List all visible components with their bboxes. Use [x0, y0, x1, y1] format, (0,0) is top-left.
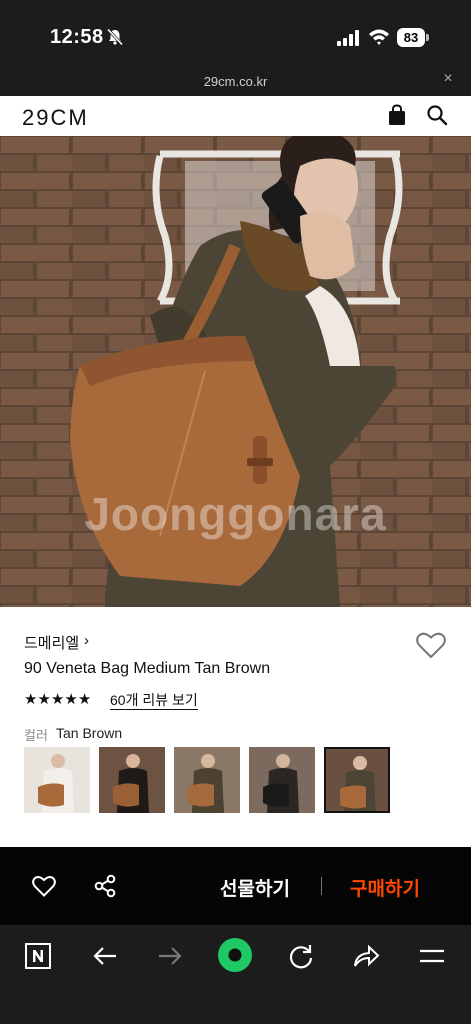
heart-icon[interactable] [32, 875, 56, 897]
silent-bell-icon [106, 28, 124, 46]
share-icon[interactable] [93, 874, 117, 898]
star-icon: ★ [37, 691, 51, 708]
gift-button[interactable]: 선물하기 [220, 874, 290, 901]
heart-icon[interactable] [416, 631, 446, 659]
shopping-bag-icon[interactable] [386, 104, 408, 126]
green-home-icon[interactable] [217, 937, 253, 973]
status-bar: 12:58 83 [0, 0, 471, 64]
color-value: Tan Brown [56, 725, 123, 741]
color-variant-thumbnail[interactable] [24, 747, 90, 813]
reload-icon[interactable] [287, 942, 315, 970]
buy-button[interactable]: 구매하기 [350, 874, 420, 901]
brand-link[interactable]: 드메리엘 [24, 632, 79, 653]
battery-level: 83 [397, 28, 425, 47]
rating-stars: ★ ★ ★ ★ ★ [24, 692, 91, 708]
search-icon[interactable] [426, 104, 448, 126]
browser-toolbar [0, 925, 471, 1024]
share-arrow-icon[interactable] [352, 942, 380, 970]
battery-icon: 83 [397, 28, 431, 47]
review-link[interactable]: 60개 리뷰 보기 [110, 692, 198, 710]
color-variant-thumbnail[interactable] [99, 747, 165, 813]
url-bar[interactable]: 29cm.co.kr × [0, 64, 471, 96]
watermark-text: Joonggonara [84, 488, 387, 540]
menu-icon[interactable] [418, 942, 446, 970]
back-arrow-icon[interactable] [91, 942, 119, 970]
url-text[interactable]: 29cm.co.kr [0, 74, 471, 89]
star-icon: ★ [64, 691, 78, 708]
star-icon: ★ [24, 691, 38, 708]
star-icon: ★ [50, 691, 65, 708]
cellular-signal-icon [337, 30, 359, 46]
color-variant-thumbnail[interactable] [174, 747, 240, 813]
forward-arrow-icon [159, 947, 182, 965]
color-variant-thumbnail[interactable] [249, 747, 315, 813]
naver-icon[interactable] [24, 942, 52, 970]
product-title: 90 Veneta Bag Medium Tan Brown [24, 660, 271, 677]
star-icon: ★ [77, 691, 92, 708]
wifi-icon [369, 29, 389, 45]
divider [321, 877, 322, 895]
product-info-panel: 드메리엘 › 90 Veneta Bag Medium Tan Brown ★ ★… [0, 607, 471, 847]
close-icon[interactable]: × [440, 71, 456, 87]
status-time: 12:58 [50, 26, 104, 48]
purchase-action-bar: 선물하기 구매하기 [0, 847, 471, 925]
site-logo[interactable]: 29CM [22, 105, 89, 131]
color-variant-thumbnail[interactable] [324, 747, 390, 813]
site-header: 29CM [0, 96, 471, 136]
chevron-right-icon[interactable]: › [84, 632, 89, 649]
color-label: 컬러 [24, 728, 48, 743]
product-image[interactable]: Joonggonara [0, 136, 471, 607]
